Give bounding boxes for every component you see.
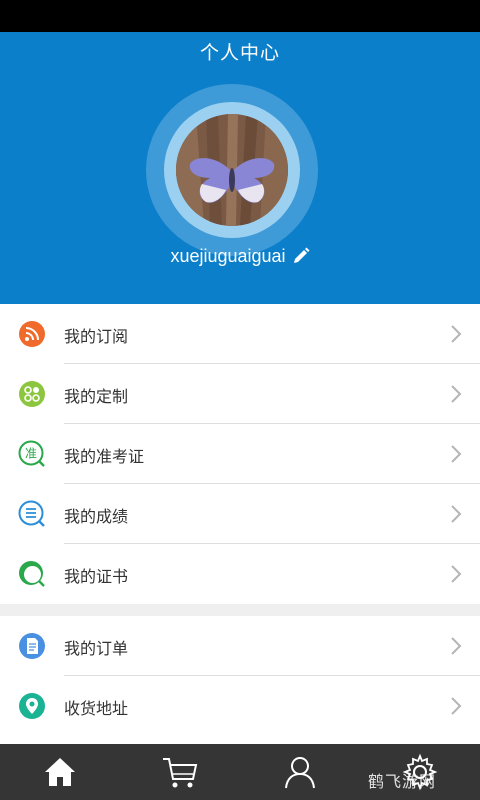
admission-icon-text: 准 <box>25 447 37 461</box>
avatar[interactable] <box>176 114 288 226</box>
edit-pencil-icon[interactable] <box>292 247 310 265</box>
menu-item-label: 我的成绩 <box>64 507 129 526</box>
chevron-right-icon <box>451 565 462 583</box>
status-bar <box>0 0 480 32</box>
tab-home[interactable] <box>0 744 120 800</box>
order-document-icon <box>19 633 45 659</box>
watermark-text: 鹤飞游网 <box>368 772 437 791</box>
chevron-right-icon <box>451 325 462 343</box>
tab-profile[interactable] <box>240 744 360 800</box>
chevron-right-icon <box>451 637 462 655</box>
menu-item-label: 我的证书 <box>64 567 129 586</box>
menu-item-label: 我的定制 <box>64 387 129 406</box>
menu-item-label: 我的订阅 <box>64 327 129 346</box>
page-title: 个人中心 <box>199 42 280 64</box>
certificate-icon <box>19 561 45 587</box>
username: xuejiuguaiguai <box>170 245 286 266</box>
menu-item-certificates[interactable]: 我的证书 <box>0 544 480 604</box>
user-icon <box>285 757 315 789</box>
menu-item-shipping-address[interactable]: 收货地址 <box>0 676 480 736</box>
admission-ticket-icon: 准 <box>18 440 45 467</box>
avatar-image <box>176 114 288 226</box>
partial-next-item <box>0 736 480 744</box>
section-gap <box>0 604 480 616</box>
chevron-right-icon <box>451 697 462 715</box>
score-list-icon <box>18 500 45 527</box>
chevron-right-icon <box>451 385 462 403</box>
tab-cart[interactable] <box>120 744 240 800</box>
menu-item-label: 我的订单 <box>64 639 129 658</box>
rss-icon <box>19 321 45 347</box>
location-pin-icon <box>19 693 45 719</box>
menu-item-orders[interactable]: 我的订单 <box>0 616 480 676</box>
menu-item-scores[interactable]: 我的成绩 <box>0 484 480 544</box>
cart-icon <box>163 758 198 788</box>
menu-group-orders: 我的订单 收货地址 <box>0 616 480 736</box>
menu-group-account: 我的订阅 我的定制 准 我的准考证 我的成绩 我的证书 <box>0 304 480 604</box>
menu-item-label: 收货地址 <box>64 699 129 718</box>
chevron-right-icon <box>451 445 462 463</box>
chevron-right-icon <box>451 505 462 523</box>
menu-item-customization[interactable]: 我的定制 <box>0 364 480 424</box>
menu-item-subscriptions[interactable]: 我的订阅 <box>0 304 480 364</box>
menu-item-admission-ticket[interactable]: 准 我的准考证 <box>0 424 480 484</box>
menu-item-label: 我的准考证 <box>64 447 145 466</box>
home-icon <box>45 758 75 786</box>
username-row: xuejiuguaiguai <box>0 242 480 270</box>
grid-dots-icon <box>19 381 45 407</box>
